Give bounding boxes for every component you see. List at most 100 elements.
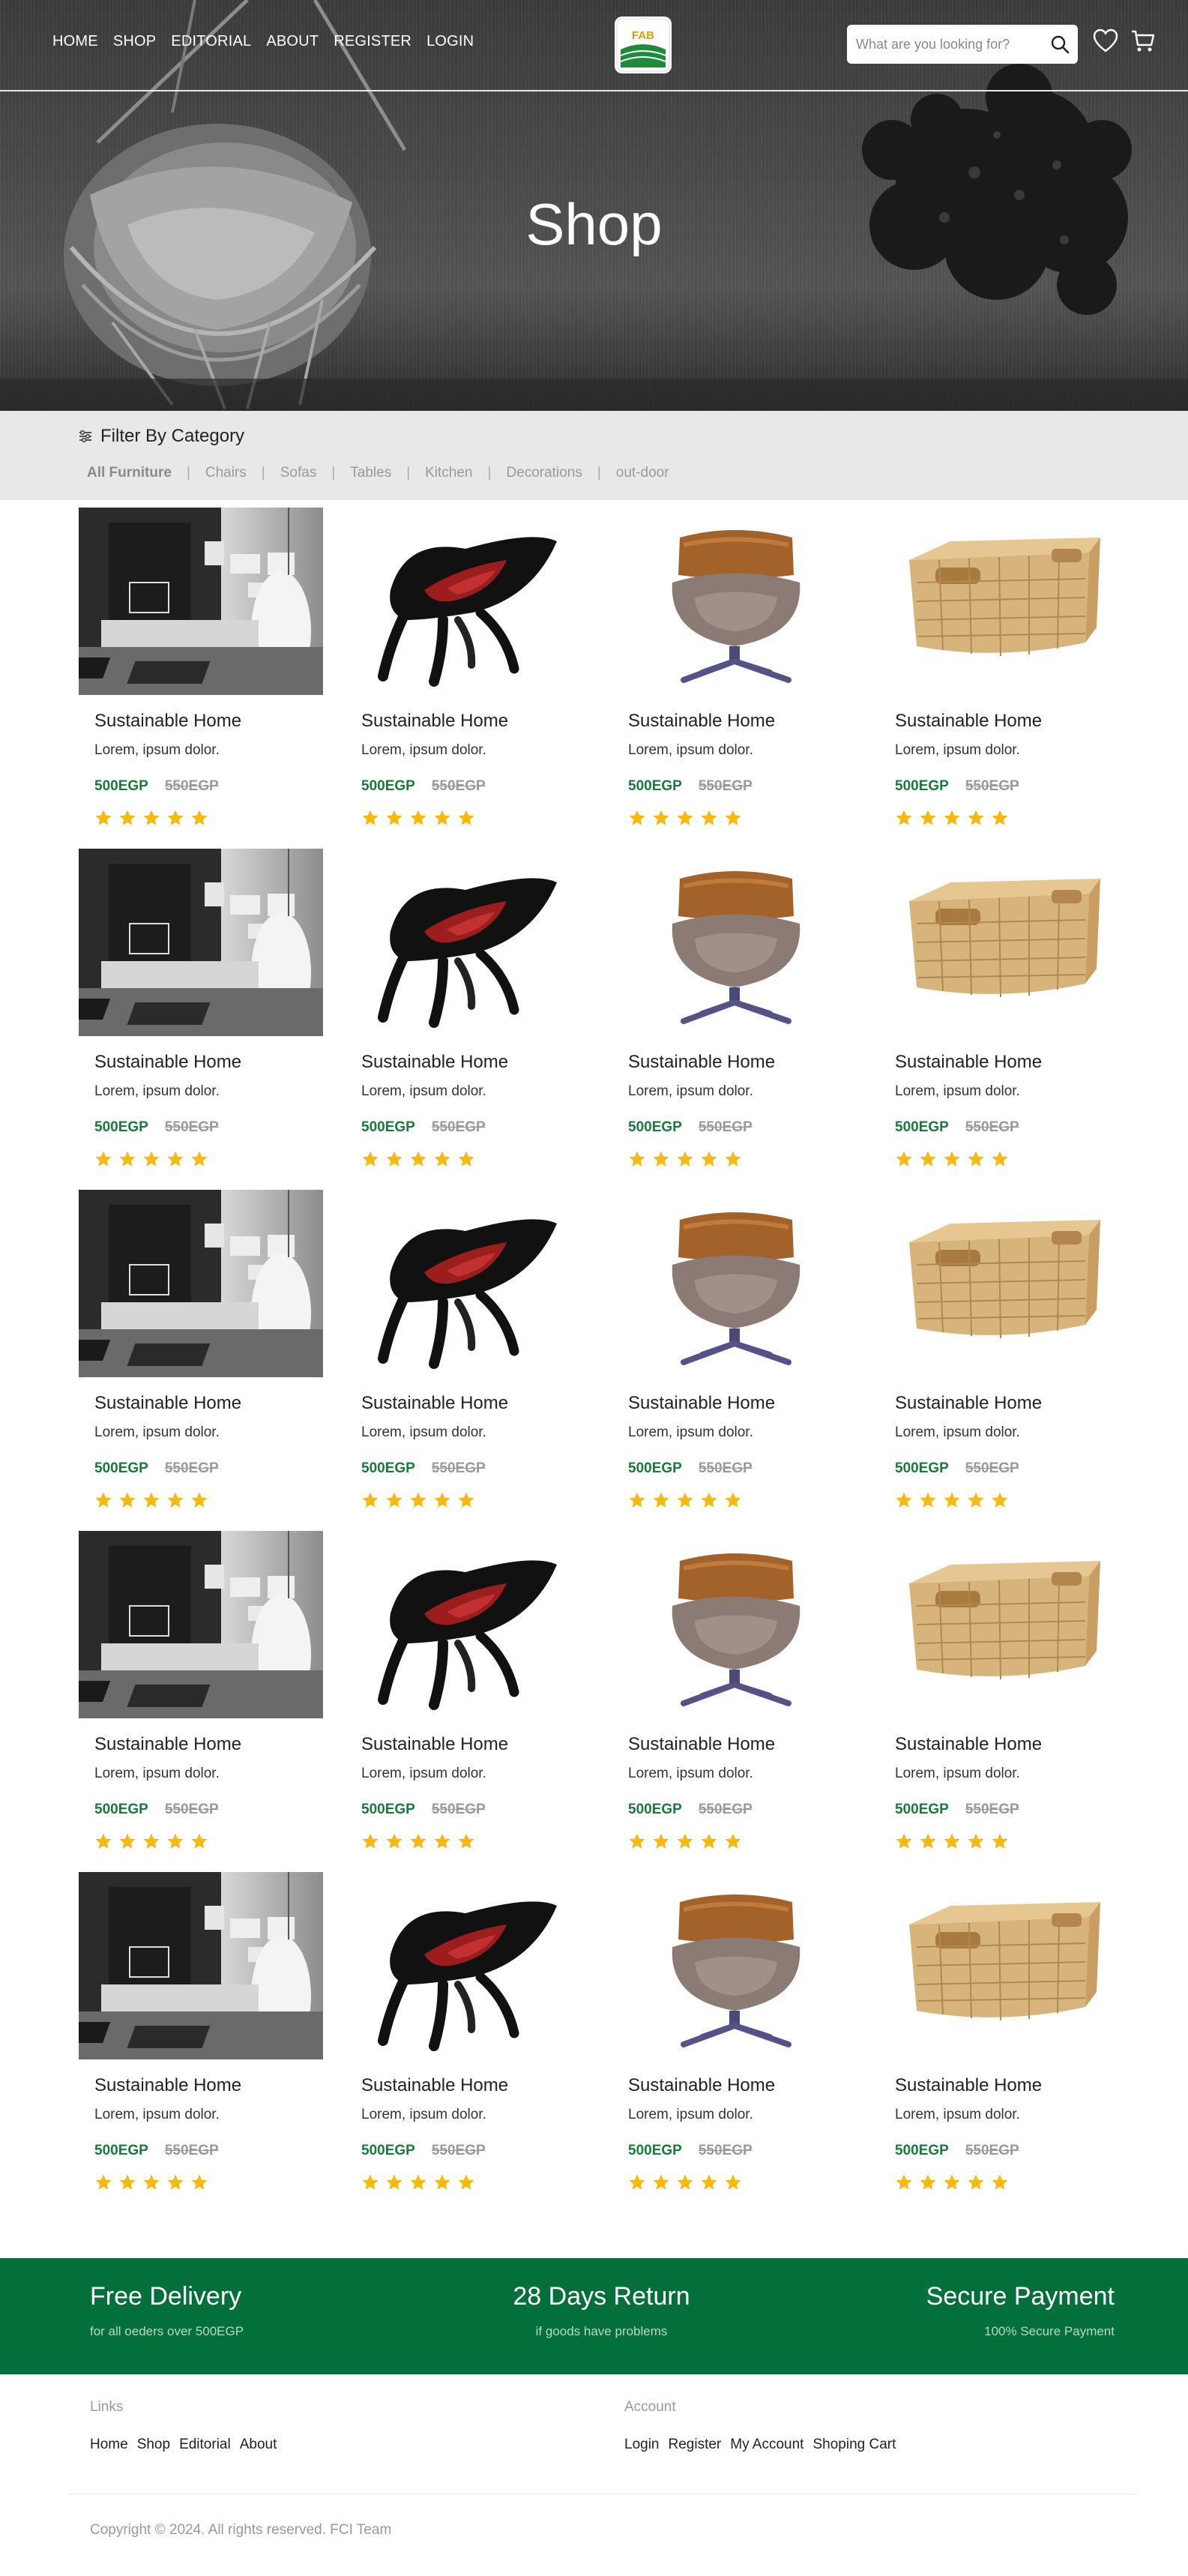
star-icon	[725, 2174, 741, 2190]
product-title[interactable]: Sustainable Home	[361, 1734, 508, 1755]
product-card[interactable]: Sustainable Home Lorem, ipsum dolor. 500…	[79, 849, 323, 1190]
product-image[interactable]	[346, 849, 590, 1036]
product-image[interactable]	[612, 508, 857, 695]
category-outdoor[interactable]: out-door	[616, 465, 669, 481]
category-decorations[interactable]: Decorations	[506, 465, 582, 481]
star-icon	[458, 1833, 474, 1849]
nav-about[interactable]: ABOUT	[266, 33, 319, 50]
product-price: 500EGP	[361, 1119, 415, 1135]
product-card[interactable]: Sustainable Home Lorem, ipsum dolor. 500…	[346, 1190, 590, 1531]
product-image[interactable]	[79, 1531, 323, 1718]
star-icon	[191, 1833, 208, 1849]
product-image[interactable]	[879, 1531, 1124, 1718]
product-title[interactable]: Sustainable Home	[628, 1052, 775, 1073]
product-title[interactable]: Sustainable Home	[628, 1393, 775, 1414]
product-title[interactable]: Sustainable Home	[895, 1052, 1042, 1073]
nav-login[interactable]: LOGIN	[426, 33, 474, 50]
category-chairs[interactable]: Chairs	[205, 465, 247, 481]
product-card[interactable]: Sustainable Home Lorem, ipsum dolor. 500…	[79, 1190, 323, 1531]
star-icon	[410, 1151, 426, 1167]
product-title[interactable]: Sustainable Home	[895, 1734, 1042, 1755]
nav-editorial[interactable]: EDITORIAL	[171, 33, 251, 50]
product-card[interactable]: Sustainable Home Lorem, ipsum dolor. 500…	[612, 508, 857, 849]
product-title[interactable]: Sustainable Home	[94, 1052, 241, 1073]
product-image[interactable]	[79, 849, 323, 1036]
product-card[interactable]: Sustainable Home Lorem, ipsum dolor. 500…	[79, 508, 323, 849]
product-card[interactable]: Sustainable Home Lorem, ipsum dolor. 500…	[879, 849, 1124, 1190]
product-image[interactable]	[346, 508, 590, 695]
product-image[interactable]	[346, 1190, 590, 1377]
product-card[interactable]: Sustainable Home Lorem, ipsum dolor. 500…	[79, 1531, 323, 1872]
product-card[interactable]: Sustainable Home Lorem, ipsum dolor. 500…	[612, 1531, 857, 1872]
product-title[interactable]: Sustainable Home	[628, 711, 775, 732]
product-card[interactable]: Sustainable Home Lorem, ipsum dolor. 500…	[346, 1872, 590, 2213]
product-card[interactable]: Sustainable Home Lorem, ipsum dolor. 500…	[612, 1872, 857, 2213]
cart-icon[interactable]	[1130, 28, 1156, 54]
heart-icon[interactable]	[1093, 28, 1118, 54]
product-image[interactable]	[346, 1872, 590, 2059]
product-title[interactable]: Sustainable Home	[361, 1052, 508, 1073]
product-image[interactable]	[879, 1872, 1124, 2059]
product-title[interactable]: Sustainable Home	[628, 2075, 775, 2096]
product-card[interactable]: Sustainable Home Lorem, ipsum dolor. 500…	[79, 1872, 323, 2213]
product-card[interactable]: Sustainable Home Lorem, ipsum dolor. 500…	[879, 1872, 1124, 2213]
product-card[interactable]: Sustainable Home Lorem, ipsum dolor. 500…	[346, 1531, 590, 1872]
category-sofas[interactable]: Sofas	[280, 465, 317, 481]
search-icon[interactable]	[1049, 34, 1070, 55]
star-icon	[677, 1833, 693, 1849]
product-image[interactable]	[346, 1531, 590, 1718]
product-image[interactable]	[612, 849, 857, 1036]
product-image[interactable]	[612, 1872, 857, 2059]
product-title[interactable]: Sustainable Home	[361, 2075, 508, 2096]
search-input[interactable]	[856, 36, 1036, 52]
product-title[interactable]: Sustainable Home	[361, 711, 508, 732]
product-prices: 500EGP 550EGP	[628, 778, 753, 795]
product-price: 500EGP	[361, 1460, 415, 1476]
footer-link-my-account[interactable]: My Account	[730, 2437, 803, 2453]
product-description: Lorem, ipsum dolor.	[895, 1424, 1020, 1440]
product-title[interactable]: Sustainable Home	[94, 711, 241, 732]
product-title[interactable]: Sustainable Home	[94, 1734, 241, 1755]
product-image[interactable]	[879, 508, 1124, 695]
product-image[interactable]	[879, 1190, 1124, 1377]
product-title[interactable]: Sustainable Home	[94, 1393, 241, 1414]
product-card[interactable]: Sustainable Home Lorem, ipsum dolor. 500…	[879, 1190, 1124, 1531]
product-image[interactable]	[612, 1531, 857, 1718]
product-title[interactable]: Sustainable Home	[895, 1393, 1042, 1414]
product-old-price: 550EGP	[431, 778, 486, 794]
category-tables[interactable]: Tables	[350, 465, 391, 481]
star-icon	[362, 1151, 379, 1167]
star-icon	[944, 810, 960, 825]
nav-register[interactable]: REGISTER	[334, 33, 411, 50]
product-card[interactable]: Sustainable Home Lorem, ipsum dolor. 500…	[612, 1190, 857, 1531]
product-image[interactable]	[612, 1190, 857, 1377]
product-card[interactable]: Sustainable Home Lorem, ipsum dolor. 500…	[879, 508, 1124, 849]
product-card[interactable]: Sustainable Home Lorem, ipsum dolor. 500…	[346, 849, 590, 1190]
footer-link-home[interactable]: Home	[90, 2437, 128, 2453]
footer-link-shopping-cart[interactable]: Shoping Cart	[812, 2437, 896, 2453]
nav-home[interactable]: HOME	[52, 33, 98, 50]
product-card[interactable]: Sustainable Home Lorem, ipsum dolor. 500…	[612, 849, 857, 1190]
product-image[interactable]	[79, 1190, 323, 1377]
category-all-furniture[interactable]: All Furniture	[87, 465, 172, 481]
product-title[interactable]: Sustainable Home	[895, 2075, 1042, 2096]
product-title[interactable]: Sustainable Home	[94, 2075, 241, 2096]
product-title[interactable]: Sustainable Home	[361, 1393, 508, 1414]
footer-link-editorial[interactable]: Editorial	[179, 2437, 231, 2453]
site-logo[interactable]: FAB	[615, 16, 672, 73]
footer-link-about[interactable]: About	[240, 2437, 277, 2453]
product-card[interactable]: Sustainable Home Lorem, ipsum dolor. 500…	[879, 1531, 1124, 1872]
footer-link-shop[interactable]: Shop	[137, 2437, 170, 2453]
product-card[interactable]: Sustainable Home Lorem, ipsum dolor. 500…	[346, 508, 590, 849]
product-image[interactable]	[79, 1872, 323, 2059]
footer-link-login[interactable]: Login	[624, 2437, 660, 2453]
product-title[interactable]: Sustainable Home	[628, 1734, 775, 1755]
product-image[interactable]	[879, 849, 1124, 1036]
nav-shop[interactable]: SHOP	[113, 33, 156, 50]
star-icon	[386, 1492, 402, 1508]
product-price: 500EGP	[895, 1119, 949, 1135]
footer-link-register[interactable]: Register	[669, 2437, 722, 2453]
product-image[interactable]	[79, 508, 323, 695]
category-kitchen[interactable]: Kitchen	[425, 465, 472, 481]
product-title[interactable]: Sustainable Home	[895, 711, 1042, 732]
